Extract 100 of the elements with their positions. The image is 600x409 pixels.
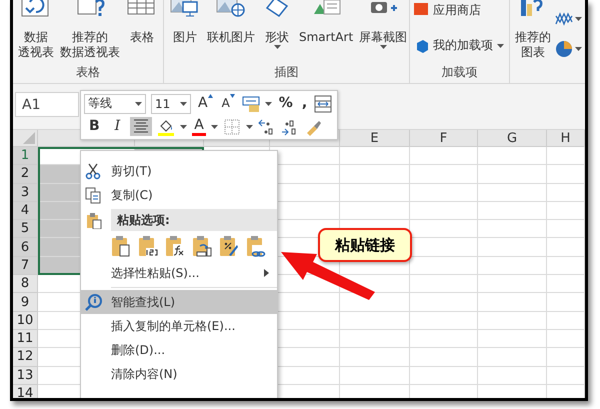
dropdown-caret-icon[interactable] bbox=[380, 45, 387, 49]
italic-button[interactable]: I bbox=[110, 117, 126, 136]
spreadsheet-cell[interactable] bbox=[410, 202, 478, 220]
spreadsheet-cell[interactable] bbox=[340, 348, 410, 367]
ribbon-button[interactable]: 图片 bbox=[167, 0, 203, 65]
spreadsheet-cell[interactable] bbox=[547, 238, 585, 257]
align-center-icon[interactable] bbox=[132, 117, 150, 135]
ribbon-button[interactable]: 应用商店 bbox=[413, 2, 504, 19]
select-all-button[interactable] bbox=[13, 130, 38, 147]
spreadsheet-cell[interactable] bbox=[547, 348, 585, 367]
paste-link-icon[interactable] bbox=[246, 235, 266, 257]
ribbon-button[interactable]: 我的加载项 bbox=[413, 37, 504, 54]
dropdown-caret-icon[interactable] bbox=[180, 102, 187, 106]
ribbon-button[interactable]: 形状 bbox=[259, 0, 295, 65]
column-header[interactable]: F bbox=[410, 130, 478, 147]
spreadsheet-cell[interactable] bbox=[410, 366, 478, 385]
spreadsheet-cell[interactable] bbox=[410, 184, 478, 202]
row-header[interactable]: 11 bbox=[13, 330, 38, 348]
ribbon-button[interactable]: 推荐的 图表 bbox=[513, 0, 553, 65]
spreadsheet-cell[interactable] bbox=[547, 220, 585, 238]
fill-color-icon[interactable] bbox=[157, 118, 176, 136]
spreadsheet-cell[interactable] bbox=[547, 147, 585, 166]
menu-item[interactable]: 智能查找(L) bbox=[81, 290, 277, 314]
spreadsheet-cell[interactable] bbox=[478, 238, 547, 257]
row-header[interactable]: 9 bbox=[13, 293, 38, 312]
spreadsheet-cell[interactable] bbox=[547, 312, 585, 330]
row-header[interactable]: 4 bbox=[13, 202, 38, 220]
spreadsheet-cell[interactable] bbox=[478, 330, 547, 348]
spreadsheet-cell[interactable] bbox=[547, 366, 585, 385]
row-header[interactable]: 12 bbox=[13, 348, 38, 367]
spreadsheet-cell[interactable] bbox=[547, 165, 585, 184]
menu-item[interactable]: 剪切(T) bbox=[81, 159, 277, 183]
spreadsheet-cell[interactable] bbox=[478, 293, 547, 312]
menu-item[interactable]: 插入复制的单元格(E)... bbox=[81, 314, 277, 338]
grow-font-button[interactable]: A bbox=[196, 94, 215, 113]
spreadsheet-cell[interactable] bbox=[478, 220, 547, 238]
menu-item[interactable]: 清除内容(N) bbox=[81, 362, 277, 386]
menu-item[interactable]: 选择性粘贴(S)... bbox=[81, 261, 277, 285]
spreadsheet-cell[interactable] bbox=[478, 147, 547, 166]
ribbon-button[interactable]: 推荐的 数据透视表 bbox=[58, 0, 122, 65]
dropdown-caret-icon[interactable] bbox=[264, 102, 272, 106]
merge-cells-icon[interactable] bbox=[314, 94, 332, 112]
row-header[interactable]: 13 bbox=[13, 366, 38, 385]
borders-icon[interactable] bbox=[222, 118, 241, 136]
shrink-font-button[interactable]: A bbox=[220, 94, 237, 113]
dropdown-caret-icon[interactable] bbox=[575, 47, 582, 51]
paste-transpose-icon[interactable] bbox=[192, 235, 212, 257]
spreadsheet-cell[interactable] bbox=[410, 275, 478, 294]
spreadsheet-cell[interactable] bbox=[410, 348, 478, 367]
row-header[interactable]: 1 bbox=[13, 147, 38, 166]
select-all-icon[interactable] bbox=[23, 132, 35, 144]
font-field[interactable]: 等线 bbox=[84, 94, 146, 114]
menu-item[interactable]: 复制(C) bbox=[81, 183, 277, 207]
ribbon-button[interactable]: 屏幕截图 bbox=[357, 0, 410, 65]
spreadsheet-cell[interactable] bbox=[478, 256, 547, 276]
line-chart-icon[interactable] bbox=[555, 10, 573, 28]
spreadsheet-cell[interactable] bbox=[478, 165, 547, 184]
cell-styles-icon[interactable] bbox=[242, 94, 260, 112]
spreadsheet-cell[interactable] bbox=[547, 184, 585, 202]
paste-formulas-icon[interactable] bbox=[165, 235, 185, 257]
name-box[interactable]: A1 bbox=[15, 92, 79, 117]
spreadsheet-cell[interactable] bbox=[410, 293, 478, 312]
paste-formatting-icon[interactable] bbox=[219, 235, 239, 257]
spreadsheet-cell[interactable] bbox=[410, 312, 478, 330]
spreadsheet-cell[interactable] bbox=[410, 165, 478, 184]
spreadsheet-cell[interactable] bbox=[478, 312, 547, 330]
row-header[interactable]: 3 bbox=[13, 184, 38, 202]
spreadsheet-cell[interactable] bbox=[340, 330, 410, 348]
spreadsheet-cell[interactable] bbox=[340, 312, 410, 330]
ribbon-button[interactable]: 数据 透视表 bbox=[16, 0, 56, 65]
paste-values-icon[interactable] bbox=[138, 235, 158, 257]
spreadsheet-cell[interactable] bbox=[547, 275, 585, 294]
spreadsheet-cell[interactable] bbox=[547, 330, 585, 348]
font-color-button[interactable]: A bbox=[192, 117, 206, 136]
spreadsheet-cell[interactable] bbox=[410, 330, 478, 348]
dropdown-caret-icon[interactable] bbox=[575, 17, 582, 21]
spreadsheet-cell[interactable] bbox=[410, 256, 478, 276]
ribbon-button[interactable]: 联机图片 bbox=[205, 0, 257, 65]
ribbon-button[interactable]: SmartArt bbox=[297, 0, 356, 65]
row-header[interactable]: 14 bbox=[13, 384, 38, 398]
font-size-field[interactable]: 11 bbox=[151, 94, 191, 114]
row-header[interactable]: 10 bbox=[13, 312, 38, 330]
column-header[interactable]: E bbox=[340, 130, 410, 147]
spreadsheet-cell[interactable] bbox=[478, 202, 547, 220]
row-header[interactable]: 8 bbox=[13, 275, 38, 294]
row-header[interactable]: 7 bbox=[13, 256, 38, 276]
spreadsheet-cell[interactable] bbox=[340, 202, 410, 220]
column-header[interactable]: H bbox=[547, 130, 585, 147]
row-header[interactable]: 2 bbox=[13, 165, 38, 184]
menu-item[interactable]: 删除(D)... bbox=[81, 338, 277, 362]
pie-chart-icon[interactable] bbox=[555, 40, 573, 58]
spreadsheet-cell[interactable] bbox=[340, 165, 410, 184]
spreadsheet-cell[interactable] bbox=[340, 147, 410, 166]
spreadsheet-cell[interactable] bbox=[340, 184, 410, 202]
dropdown-caret-icon[interactable] bbox=[497, 44, 504, 48]
row-header[interactable]: 5 bbox=[13, 220, 38, 238]
format-button[interactable]: , bbox=[300, 94, 310, 113]
column-header[interactable]: G bbox=[478, 130, 547, 147]
row-header[interactable]: 6 bbox=[13, 238, 38, 257]
spreadsheet-cell[interactable] bbox=[340, 366, 410, 385]
